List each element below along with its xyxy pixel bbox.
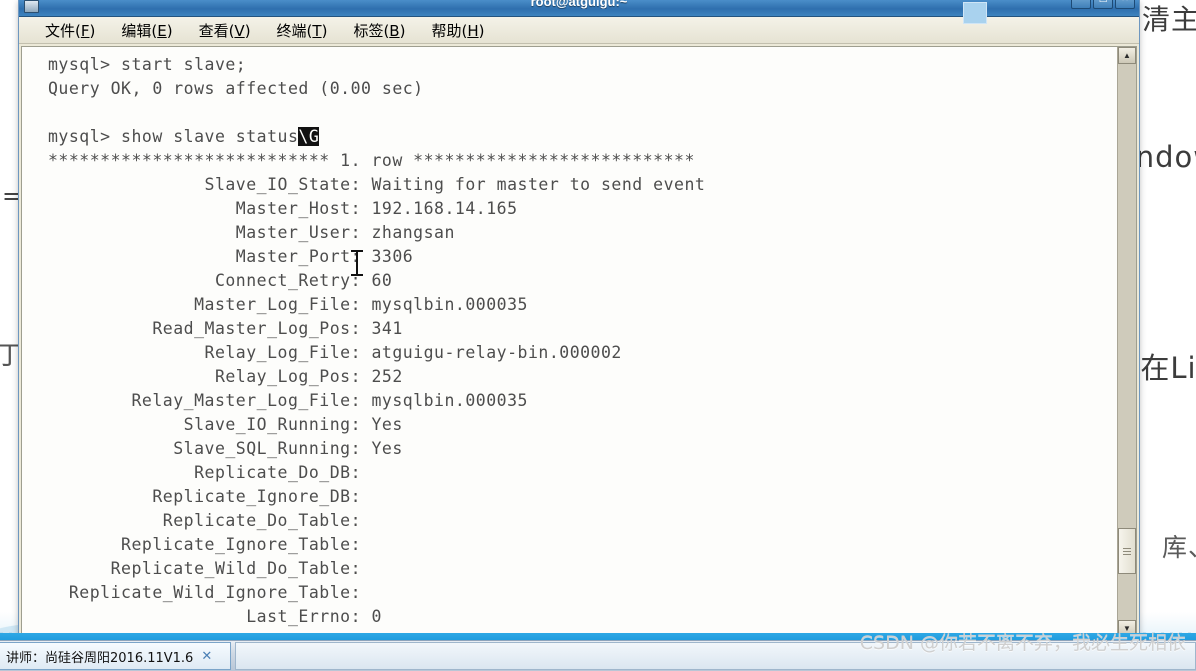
menu-item-5[interactable]: 标签(B) <box>349 18 409 43</box>
terminal-window: root@atguigu:~ – □ ✕ 文件(F) 编辑(E) 查看(V) 终端(T… <box>18 0 1140 641</box>
terminal-line: Relay_Log_File: atguigu-relay-bin.000002 <box>48 343 622 362</box>
terminal-line: Replicate_Do_Table: <box>48 511 372 530</box>
scrollbar-thumb[interactable] <box>1118 528 1136 574</box>
terminal-body: mysql> start slave; Query OK, 0 rows affe… <box>21 46 1137 638</box>
background-text-fragment-3: 在Lin <box>1140 351 1196 385</box>
scrollbar-grip-icon <box>1123 547 1131 555</box>
terminal-line: Relay_Master_Log_File: mysqlbin.000035 <box>48 391 528 410</box>
menu-item-4[interactable]: 终端(T) <box>273 18 332 43</box>
terminal-line: Master_Log_File: mysqlbin.000035 <box>48 295 528 314</box>
menu-item-6[interactable]: 帮助(H) <box>427 18 488 43</box>
terminal-line: Master_Host: 192.168.14.165 <box>48 199 518 218</box>
terminal-line: Replicate_Ignore_DB: <box>48 487 372 506</box>
terminal-line: mysql> show slave status\G <box>48 127 320 146</box>
terminal-line: Slave_IO_Running: Yes <box>48 415 403 434</box>
terminal-line: Last_Errno: 0 <box>48 607 382 626</box>
terminal-vertical-scrollbar[interactable]: ▲ ▼ <box>1117 47 1136 637</box>
menu-item-1[interactable]: 文件(F) <box>41 18 99 43</box>
taskbar-empty-area[interactable] <box>235 642 1196 670</box>
terminal-line: Relay_Log_Pos: 252 <box>48 367 403 386</box>
window-controls: – □ ✕ <box>1071 0 1135 9</box>
terminal-line: Master_Port: 3306 <box>48 247 414 266</box>
taskbar-close-icon[interactable]: ✕ <box>201 649 212 664</box>
window-restore-marker <box>963 2 987 24</box>
terminal-line: *************************** 1. row *****… <box>48 151 695 170</box>
window-title-bar[interactable]: root@atguigu:~ – □ ✕ <box>19 0 1139 24</box>
terminal-line: Read_Master_Log_Pos: 341 <box>48 319 403 338</box>
terminal-line: Master_User: zhangsan <box>48 223 455 242</box>
terminal-screen[interactable]: mysql> start slave; Query OK, 0 rows affe… <box>22 47 1117 637</box>
terminal-cursor-block: \G <box>298 127 320 146</box>
terminal-line: mysql> start slave; <box>48 55 247 74</box>
menu-item-3[interactable]: 查看(V) <box>195 18 255 43</box>
minimize-button[interactable]: – <box>1071 0 1091 9</box>
terminal-line: Slave_IO_State: Waiting for master to se… <box>48 175 706 194</box>
background-text-fragment-4: 库、 <box>1161 533 1196 562</box>
terminal-line: Replicate_Wild_Do_Table: <box>48 559 372 578</box>
maximize-button[interactable]: □ <box>1093 0 1113 9</box>
terminal-line: Replicate_Do_DB: <box>48 463 372 482</box>
terminal-line: Slave_SQL_Running: Yes <box>48 439 403 458</box>
close-button[interactable]: ✕ <box>1115 0 1135 9</box>
terminal-line: Query OK, 0 rows affected (0.00 sec) <box>48 79 424 98</box>
scroll-up-arrow-icon[interactable]: ▲ <box>1118 47 1136 64</box>
terminal-output: mysql> start slave; Query OK, 0 rows affe… <box>48 53 1117 629</box>
background-text-fragment-2: ndow <box>1135 140 1196 174</box>
menu-item-2[interactable]: 编辑(E) <box>117 18 176 43</box>
terminal-line: Connect_Retry: 60 <box>48 271 393 290</box>
taskbar-item-presentation[interactable]: 讲师：尚硅谷周阳2016.11V1.6 ✕ <box>0 642 231 670</box>
background-text-fragment-1: 清主 <box>1141 3 1196 36</box>
terminal-line: Replicate_Ignore_Table: <box>48 535 372 554</box>
scrollbar-track[interactable] <box>1118 64 1136 620</box>
taskbar-item-label: 讲师：尚硅谷周阳2016.11V1.6 <box>6 650 194 666</box>
terminal-line: Replicate_Wild_Ignore_Table: <box>48 583 372 602</box>
taskbar: 讲师：尚硅谷周阳2016.11V1.6 ✕ <box>0 640 1196 671</box>
